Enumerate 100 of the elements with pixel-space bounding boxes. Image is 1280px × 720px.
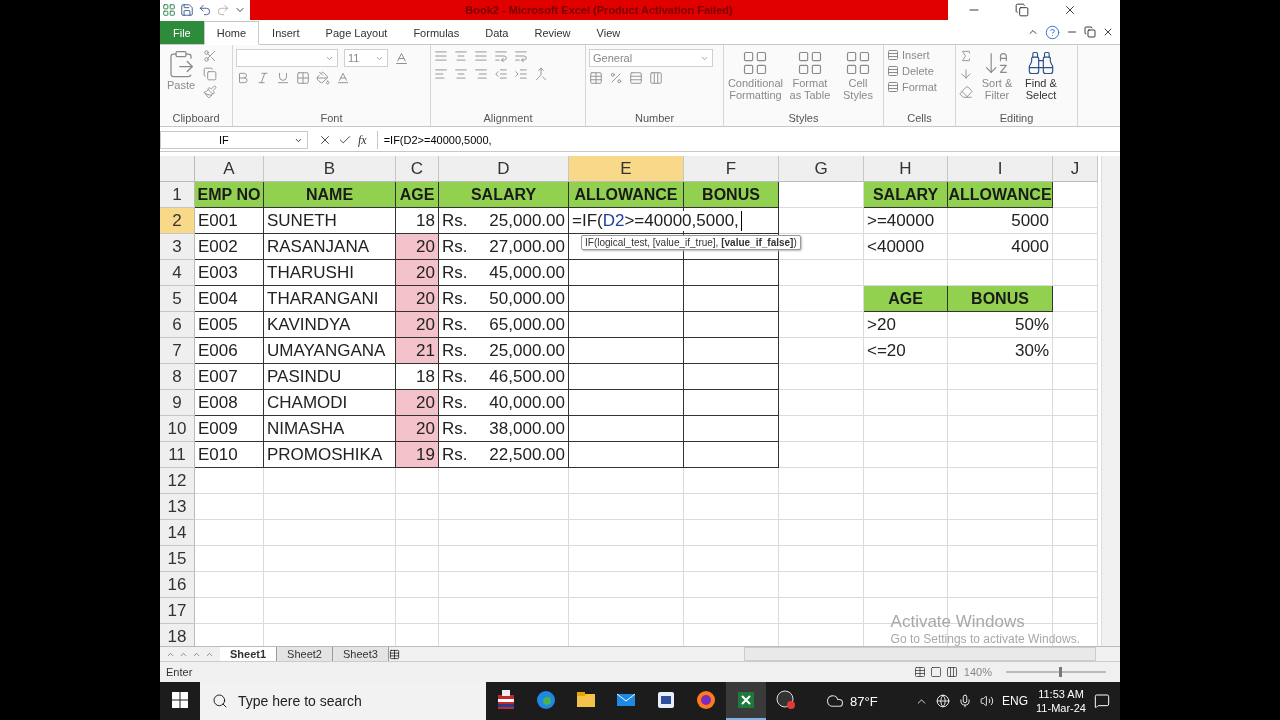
insert-function-button[interactable]: fx xyxy=(358,132,367,148)
column-header[interactable]: I xyxy=(948,156,1053,182)
table-cell: E010 xyxy=(195,442,264,468)
language-indicator[interactable]: ENG xyxy=(1002,694,1029,708)
undo-icon xyxy=(198,3,212,17)
row-header[interactable]: 14 xyxy=(160,520,195,546)
restore-icon xyxy=(1015,3,1029,17)
formula-field[interactable]: =IF(D2>=40000,5000, xyxy=(376,131,1120,149)
ribbon-tab[interactable]: File xyxy=(160,21,204,44)
row-header[interactable]: 7 xyxy=(160,338,195,364)
row-header[interactable]: 2 xyxy=(160,208,195,234)
rows-icon xyxy=(887,49,899,61)
ballot-box-icon[interactable] xyxy=(495,689,517,711)
row-header[interactable]: 15 xyxy=(160,546,195,572)
function-tooltip: IF(logical_test, [value_if_true], [value_if_false]) xyxy=(581,235,801,250)
ribbon-tab[interactable]: Home xyxy=(203,21,260,45)
vertical-scrollbar[interactable] xyxy=(1101,156,1120,646)
binoculars-icon xyxy=(1027,49,1055,77)
row-header[interactable]: 18 xyxy=(160,624,195,646)
table-cell: 19 xyxy=(396,442,439,468)
table-cell: E006 xyxy=(195,338,264,364)
column-header[interactable]: E xyxy=(569,156,684,182)
column-header[interactable]: D xyxy=(439,156,569,182)
table-cell: 20 xyxy=(396,416,439,442)
style-button[interactable]: Format as Table xyxy=(787,49,832,112)
column-header[interactable]: J xyxy=(1053,156,1098,182)
fox-browser-icon[interactable] xyxy=(695,689,717,711)
style-button[interactable]: Conditional Formatting xyxy=(727,49,784,112)
windows-logo-icon[interactable] xyxy=(172,692,188,708)
ribbon-tab[interactable]: Review xyxy=(521,21,584,44)
row-header[interactable]: 1 xyxy=(160,182,195,208)
new-sheet-icon xyxy=(388,648,400,660)
table-cell: Rs. 22,500.00 xyxy=(439,442,569,468)
rows-icon xyxy=(887,65,899,77)
recorder-icon[interactable] xyxy=(775,689,797,711)
microphone-icon xyxy=(958,694,973,708)
column-header[interactable]: G xyxy=(779,156,864,182)
vb-app-icon[interactable] xyxy=(655,689,677,711)
sheet-tab[interactable]: Sheet3 xyxy=(332,647,389,661)
ribbon-tab[interactable]: Formulas xyxy=(400,21,473,44)
browser-icon[interactable] xyxy=(535,689,557,711)
ribbon-tab[interactable]: View xyxy=(583,21,634,44)
bold-icon xyxy=(236,71,250,85)
restore-icon xyxy=(1084,26,1096,38)
horizontal-scrollbar[interactable] xyxy=(744,647,1096,661)
empty-cell xyxy=(1053,312,1098,338)
number-format-field[interactable]: General xyxy=(589,49,713,67)
spreadsheet-app-icon[interactable] xyxy=(735,689,757,711)
clock-time: 11:53 AM xyxy=(1038,687,1084,701)
sum-icon xyxy=(959,49,973,63)
column-header[interactable]: C xyxy=(396,156,439,182)
row-header[interactable]: 6 xyxy=(160,312,195,338)
grow-font-icon xyxy=(394,50,409,66)
enter-icon xyxy=(338,133,352,147)
ribbon-tab[interactable]: Page Layout xyxy=(312,21,401,44)
empty-cell xyxy=(396,546,439,572)
row-header[interactable]: 5 xyxy=(160,286,195,312)
editing-button[interactable]: Sort & Filter xyxy=(977,49,1017,112)
ribbon-tab[interactable]: Data xyxy=(472,21,522,44)
empty-cell xyxy=(1053,338,1098,364)
merge-icon xyxy=(534,67,548,81)
header-cell: EMP NO xyxy=(195,182,264,208)
font-size-field[interactable]: 11 xyxy=(344,49,388,67)
row-header[interactable]: 10 xyxy=(160,416,195,442)
decimal-icon xyxy=(649,71,663,85)
ribbon-tab[interactable]: Insert xyxy=(259,21,313,44)
search-field[interactable]: Type here to search xyxy=(200,682,486,720)
cell-formula[interactable]: =IF(D2>=40000,5000, xyxy=(572,210,742,231)
row-header[interactable]: 12 xyxy=(160,468,195,494)
column-header[interactable]: F xyxy=(684,156,779,182)
row-header[interactable]: 16 xyxy=(160,572,195,598)
editing-button[interactable]: Find & Select xyxy=(1021,49,1061,112)
empty-cell xyxy=(396,520,439,546)
row-header[interactable]: 3 xyxy=(160,234,195,260)
empty-cell xyxy=(1053,442,1098,468)
header-cell: BONUS xyxy=(948,286,1053,312)
empty-cell xyxy=(396,468,439,494)
row-header[interactable]: 13 xyxy=(160,494,195,520)
sheet-tab[interactable]: Sheet1 xyxy=(220,647,278,661)
empty-cell xyxy=(396,572,439,598)
row-header[interactable]: 9 xyxy=(160,390,195,416)
row-header[interactable]: 17 xyxy=(160,598,195,624)
table-cell: Rs. 50,000.00 xyxy=(439,286,569,312)
row-header[interactable]: 11 xyxy=(160,442,195,468)
column-header[interactable]: H xyxy=(864,156,948,182)
row-header[interactable]: 8 xyxy=(160,364,195,390)
align-right-icon xyxy=(474,67,488,81)
name-box[interactable]: IF xyxy=(160,131,308,149)
column-header[interactable]: B xyxy=(264,156,396,182)
row-header[interactable]: 4 xyxy=(160,260,195,286)
font-name-field[interactable] xyxy=(236,49,338,67)
table-cell: >=40000 xyxy=(864,208,948,234)
column-header[interactable]: A xyxy=(195,156,264,182)
header-cell: NAME xyxy=(264,182,396,208)
copy-icon xyxy=(203,67,217,81)
cancel-icon xyxy=(318,133,332,147)
group-label: Editing xyxy=(998,112,1035,126)
table-cell: Rs. 25,000.00 xyxy=(439,338,569,364)
table-cell: E001 xyxy=(195,208,264,234)
sheet-tab[interactable]: Sheet2 xyxy=(277,647,333,661)
